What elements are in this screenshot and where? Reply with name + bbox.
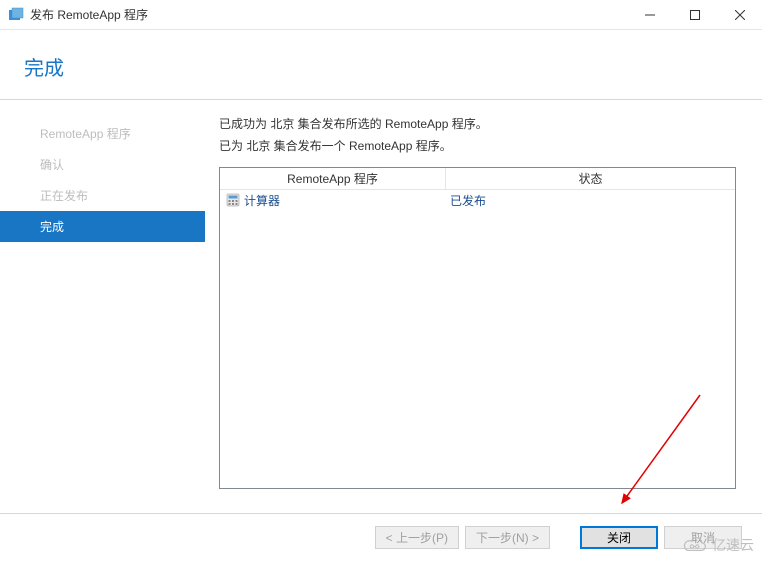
column-header-status[interactable]: 状态 [446, 168, 735, 189]
next-button: 下一步(N) > [465, 526, 550, 549]
sidebar-item-publishing: 正在发布 [0, 180, 205, 211]
results-table: RemoteApp 程序 状态 计算器 已发布 [219, 167, 736, 489]
sidebar-item-remoteapp: RemoteApp 程序 [0, 118, 205, 149]
window-title: 发布 RemoteApp 程序 [30, 6, 627, 23]
table-row[interactable]: 计算器 已发布 [220, 190, 735, 210]
close-wizard-button[interactable]: 关闭 [580, 526, 658, 549]
page-header: 完成 [0, 30, 762, 100]
calculator-icon [226, 193, 240, 207]
watermark-text: 亿速云 [712, 535, 754, 555]
cell-program-name: 计算器 [244, 192, 450, 209]
wizard-sidebar: RemoteApp 程序 确认 正在发布 完成 [0, 100, 205, 530]
content-pane: 已成功为 北京 集合发布所选的 RemoteApp 程序。 已为 北京 集合发布… [205, 100, 762, 530]
watermark: 亿速云 [682, 535, 754, 555]
wizard-footer: < 上一步(P) 下一步(N) > 关闭 取消 [0, 513, 762, 561]
app-icon [8, 7, 24, 23]
table-header: RemoteApp 程序 状态 [220, 168, 735, 190]
main-area: RemoteApp 程序 确认 正在发布 完成 已成功为 北京 集合发布所选的 … [0, 100, 762, 530]
cell-status: 已发布 [450, 192, 486, 209]
sidebar-item-confirm: 确认 [0, 149, 205, 180]
sidebar-item-finish[interactable]: 完成 [0, 211, 205, 242]
minimize-button[interactable] [627, 0, 672, 29]
column-header-program[interactable]: RemoteApp 程序 [220, 168, 446, 189]
titlebar: 发布 RemoteApp 程序 [0, 0, 762, 30]
status-message-1: 已成功为 北京 集合发布所选的 RemoteApp 程序。 [219, 114, 736, 136]
prev-button: < 上一步(P) [375, 526, 459, 549]
window-controls [627, 0, 762, 29]
close-button[interactable] [717, 0, 762, 29]
page-title: 完成 [24, 52, 762, 81]
maximize-button[interactable] [672, 0, 717, 29]
status-message-2: 已为 北京 集合发布一个 RemoteApp 程序。 [219, 136, 736, 158]
